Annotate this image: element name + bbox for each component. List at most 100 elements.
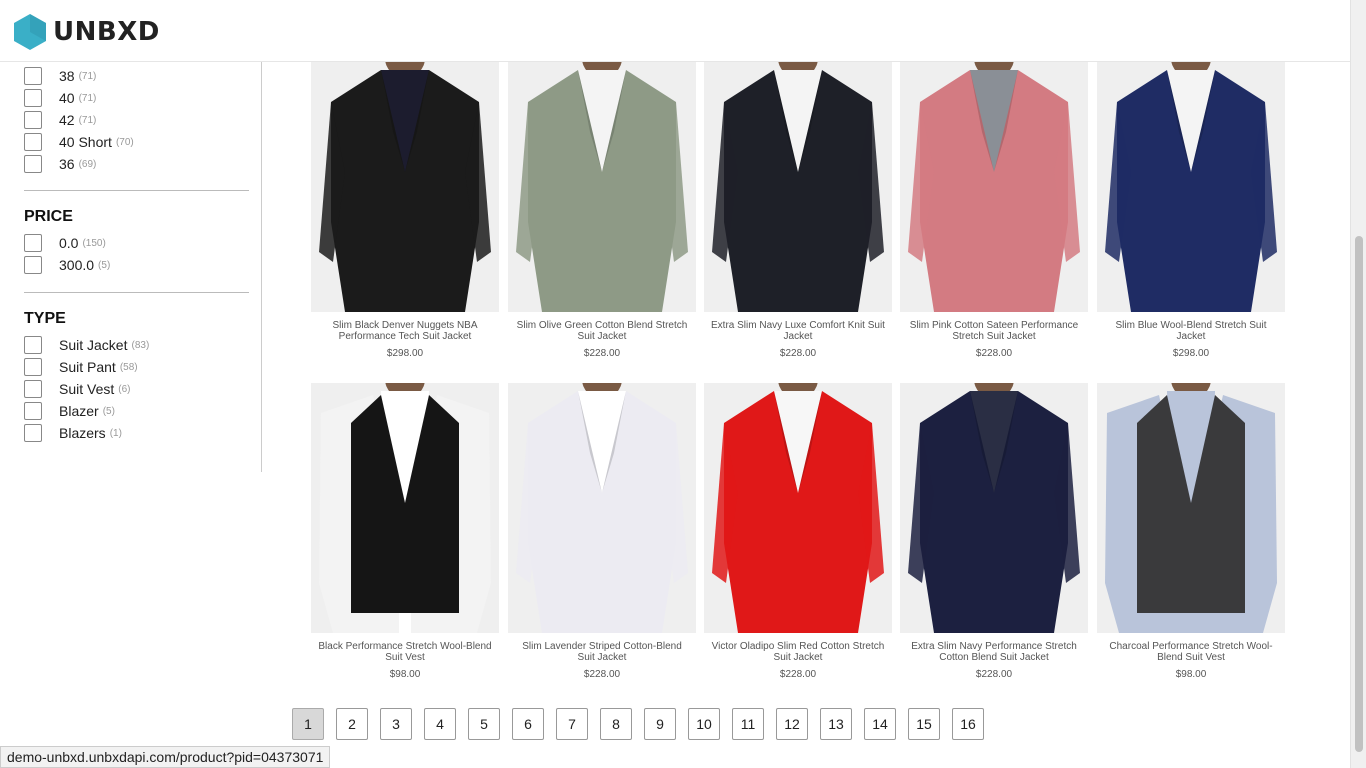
type-facet-list: Suit Jacket (83) Suit Pant (58) Suit Vest(… [24, 334, 149, 444]
page-button[interactable]: 16 [952, 708, 984, 740]
facet-option[interactable]: Suit Pant (58) [24, 356, 149, 378]
page-button[interactable]: 3 [380, 708, 412, 740]
checkbox[interactable] [24, 424, 42, 442]
brand-logo[interactable]: UNBXD [14, 14, 160, 50]
product-image[interactable] [1097, 62, 1285, 312]
type-facet-title: TYPE [24, 310, 66, 327]
product-name[interactable]: Slim Olive Green Cotton Blend Stretch Su… [508, 320, 696, 342]
product-card[interactable]: Slim Lavender Striped Cotton-Blend Suit … [508, 383, 696, 680]
product-price: $298.00 [1172, 348, 1210, 359]
product-card[interactable]: Black Performance Stretch Wool-Blend Sui… [311, 383, 499, 680]
checkbox[interactable] [24, 234, 42, 252]
facet-option-label: 42 [59, 112, 75, 128]
product-name[interactable]: Extra Slim Navy Luxe Comfort Knit Suit J… [704, 320, 892, 342]
page-button[interactable]: 7 [556, 708, 588, 740]
facet-option-label: 40 Short [59, 134, 112, 150]
product-card[interactable]: Extra Slim Navy Luxe Comfort Knit Suit J… [704, 62, 892, 359]
checkbox[interactable] [24, 155, 42, 173]
product-card[interactable]: Slim Blue Wool-Blend Stretch Suit Jacket… [1097, 62, 1285, 359]
facet-option-count: (70) [115, 136, 134, 148]
garment-illustration [712, 383, 884, 633]
facet-option[interactable]: 40 Short (70) [24, 131, 134, 153]
status-bar-url: demo-unbxd.unbxdapi.com/product?pid=0437… [0, 746, 331, 768]
facet-option[interactable]: 0.0 (150) [24, 232, 110, 254]
product-name[interactable]: Slim Black Denver Nuggets NBA Performanc… [311, 320, 499, 342]
product-name[interactable]: Slim Lavender Striped Cotton-Blend Suit … [508, 641, 696, 663]
page-button[interactable]: 5 [468, 708, 500, 740]
checkbox[interactable] [24, 402, 42, 420]
facet-option-count: (58) [119, 361, 138, 373]
price-facet-list: 0.0 (150) 300.0 (5) [24, 232, 110, 276]
page-button[interactable]: 6 [512, 708, 544, 740]
facet-option-count: (71) [78, 92, 97, 104]
checkbox[interactable] [24, 336, 42, 354]
facet-option-label: 40 [59, 90, 75, 106]
facet-option-count: (5) [98, 259, 111, 271]
product-image[interactable] [1097, 383, 1285, 633]
product-image[interactable] [508, 383, 696, 633]
product-image[interactable] [311, 62, 499, 312]
product-image[interactable] [704, 62, 892, 312]
page-button[interactable]: 9 [644, 708, 676, 740]
facet-option[interactable]: 36 (69) [24, 153, 134, 175]
facet-option[interactable]: 300.0 (5) [24, 254, 110, 276]
facet-option-label: 300.0 [59, 257, 95, 273]
checkbox[interactable] [24, 380, 42, 398]
facet-divider [24, 190, 249, 191]
scrollbar-thumb[interactable] [1355, 236, 1363, 752]
hexagon-logo-icon [14, 14, 46, 50]
facet-option[interactable]: Blazers (1) [24, 422, 149, 444]
product-name[interactable]: Slim Blue Wool-Blend Stretch Suit Jacket [1097, 320, 1285, 342]
facet-option-label: 38 [59, 68, 75, 84]
facet-option[interactable]: Suit Vest (6) [24, 378, 149, 400]
product-image[interactable] [900, 62, 1088, 312]
facet-option-count: (71) [78, 70, 97, 82]
facet-option[interactable]: Suit Jacket (83) [24, 334, 149, 356]
product-name[interactable]: Slim Pink Cotton Sateen Performance Stre… [900, 320, 1088, 342]
facet-option[interactable]: 38 (71) [24, 65, 134, 87]
product-card[interactable]: Victor Oladipo Slim Red Cotton Stretch S… [704, 383, 892, 680]
facet-option-count: (6) [118, 383, 131, 395]
checkbox[interactable] [24, 358, 42, 376]
checkbox[interactable] [24, 67, 42, 85]
facet-option[interactable]: Blazer (5) [24, 400, 149, 422]
page-button[interactable]: 2 [336, 708, 368, 740]
price-facet-title: PRICE [24, 208, 73, 225]
product-price: $298.00 [386, 348, 424, 359]
facet-option[interactable]: 40 (71) [24, 87, 134, 109]
checkbox[interactable] [24, 89, 42, 107]
checkbox[interactable] [24, 111, 42, 129]
product-name[interactable]: Victor Oladipo Slim Red Cotton Stretch S… [704, 641, 892, 663]
product-card[interactable]: Slim Pink Cotton Sateen Performance Stre… [900, 62, 1088, 359]
product-card[interactable]: Slim Olive Green Cotton Blend Stretch Su… [508, 62, 696, 359]
checkbox[interactable] [24, 256, 42, 274]
filter-sidebar: 38 (71) 40 (71) 42 (71) 40 Short (70) 36 (69)… [0, 62, 262, 472]
page-button[interactable]: 4 [424, 708, 456, 740]
page-button[interactable]: 13 [820, 708, 852, 740]
product-image[interactable] [508, 62, 696, 312]
page-button[interactable]: 14 [864, 708, 896, 740]
product-card[interactable]: Slim Black Denver Nuggets NBA Performanc… [311, 62, 499, 359]
product-image[interactable] [311, 383, 499, 633]
page-button[interactable]: 12 [776, 708, 808, 740]
product-card[interactable]: Charcoal Performance Stretch Wool-Blend … [1097, 383, 1285, 680]
page-button[interactable]: 10 [688, 708, 720, 740]
page-button[interactable]: 8 [600, 708, 632, 740]
product-name[interactable]: Black Performance Stretch Wool-Blend Sui… [311, 641, 499, 663]
product-name[interactable]: Charcoal Performance Stretch Wool-Blend … [1097, 641, 1285, 663]
product-price: $98.00 [389, 669, 421, 680]
product-image[interactable] [900, 383, 1088, 633]
page-button-current[interactable]: 1 [292, 708, 324, 740]
facet-option[interactable]: 42 (71) [24, 109, 134, 131]
facet-option-label: Suit Vest [59, 381, 115, 397]
header: UNBXD [0, 0, 1350, 62]
vertical-scrollbar[interactable] [1350, 0, 1366, 768]
page-button[interactable]: 15 [908, 708, 940, 740]
page-button[interactable]: 11 [732, 708, 764, 740]
checkbox[interactable] [24, 133, 42, 151]
product-name[interactable]: Extra Slim Navy Performance Stretch Cott… [900, 641, 1088, 663]
product-card[interactable]: Extra Slim Navy Performance Stretch Cott… [900, 383, 1088, 680]
garment-illustration [516, 62, 688, 312]
product-image[interactable] [704, 383, 892, 633]
product-price: $228.00 [975, 348, 1013, 359]
